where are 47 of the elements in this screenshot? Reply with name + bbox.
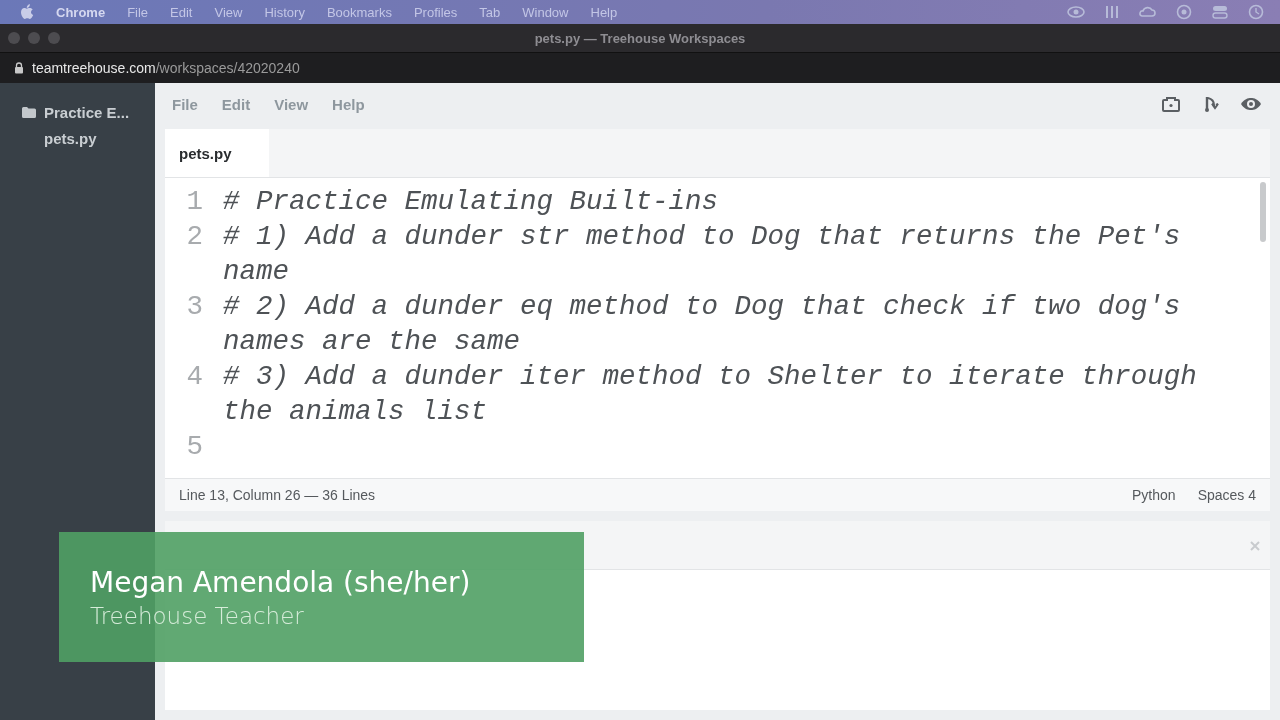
zoom-window-button[interactable] [48, 32, 60, 44]
sidebar-item[interactable]: Practice E... [44, 103, 130, 121]
cursor-position: Line 13, Column 26 — 36 Lines [179, 487, 376, 503]
menu-bar-item[interactable]: History [264, 4, 305, 20]
editor-menu-item[interactable]: Help [332, 95, 365, 113]
line-number: 2 [185, 220, 203, 254]
code-line: # 3) Add a dunder iter method to Shelter to iterate through the animals list [223, 360, 1198, 429]
editor-menu-item[interactable]: File [172, 95, 198, 113]
toggle-icon[interactable] [1210, 4, 1230, 20]
close-window-button[interactable] [8, 32, 20, 44]
indent-setting[interactable]: Spaces 4 [1197, 487, 1256, 503]
menu-bar-item[interactable]: Help [590, 4, 618, 20]
line-number: 4 [185, 360, 203, 394]
sidebar-item[interactable]: pets.py [44, 129, 97, 147]
language-mode[interactable]: Python [1132, 487, 1176, 503]
menu-bar-item[interactable]: Edit [170, 4, 193, 20]
code-line: # 2) Add a dunder eq method to Dog that check if two dog's names are the same [223, 290, 1182, 359]
presenter-name: Megan Amendola (she/her) [90, 565, 472, 599]
lock-icon [14, 62, 24, 74]
line-number: 3 [185, 290, 203, 324]
line-number: 1 [185, 185, 203, 219]
minimize-window-button[interactable] [28, 32, 40, 44]
menu-bar-item[interactable]: File [127, 4, 149, 20]
editor-menu-item[interactable]: Edit [221, 95, 251, 113]
menu-bar-item[interactable]: Profiles [413, 4, 458, 20]
folder-icon [22, 106, 36, 118]
cloud-icon[interactable] [1138, 4, 1158, 20]
code-line: # Practice Emulating Built-ins [223, 185, 720, 219]
line-number: 5 [185, 430, 203, 464]
scrollbar[interactable] [1260, 182, 1266, 242]
menu-bar-item[interactable]: Tab [479, 4, 501, 20]
clock-icon[interactable] [1246, 4, 1266, 20]
camera-icon[interactable] [1160, 95, 1182, 113]
menu-bar-item[interactable]: Bookmarks [326, 4, 392, 20]
presenter-role: Treehouse Teacher [90, 602, 305, 629]
apple-icon[interactable] [20, 4, 34, 20]
menu-bar-item[interactable]: View [214, 4, 243, 20]
code-line: # 1) Add a dunder str method to Dog that returns the Pet's name [223, 220, 1182, 289]
editor-menu-item[interactable]: View [274, 95, 309, 113]
window-title: pets.py — Treehouse Workspaces [534, 30, 746, 46]
menu-bar-item[interactable]: Window [522, 4, 569, 20]
menu-bar-app[interactable]: Chrome [56, 4, 106, 20]
close-icon[interactable] [1250, 541, 1260, 551]
circle-icon[interactable] [1174, 4, 1194, 20]
eye-icon[interactable] [1240, 95, 1262, 113]
address-url[interactable]: teamtreehouse.com/workspaces/42020240 [32, 60, 300, 76]
file-tab[interactable]: pets.py [165, 129, 269, 177]
